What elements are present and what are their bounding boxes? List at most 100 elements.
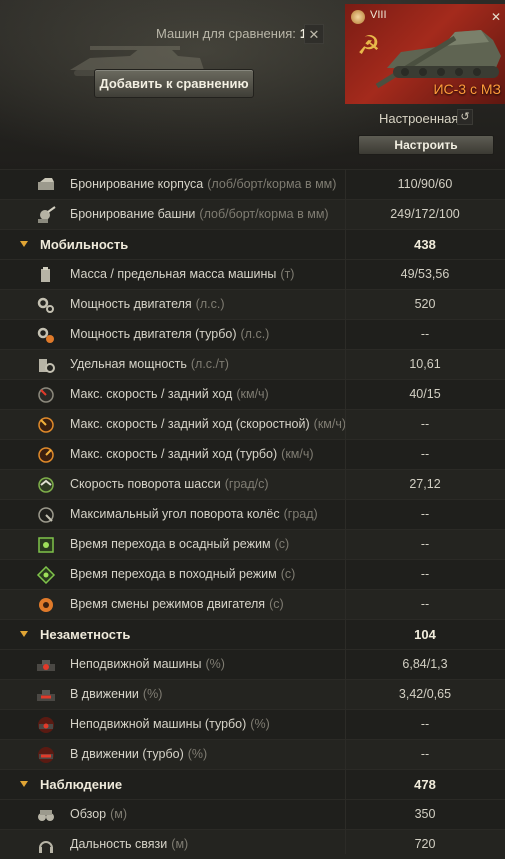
section-header-row[interactable]: Незаметность 104 bbox=[0, 619, 505, 649]
stats-table: Бронирование корпуса (лоб/борт/корма в мм… bbox=[0, 169, 505, 859]
stat-unit: (%) bbox=[142, 687, 163, 701]
stat-unit: (%) bbox=[205, 657, 225, 671]
stat-label-text: Мощность двигателя (турбо) bbox=[70, 327, 237, 341]
expand-arrow-icon[interactable] bbox=[20, 781, 28, 787]
stat-label: Максимальный угол поворота колёс (град) bbox=[70, 507, 318, 521]
remove-tank-icon[interactable]: ✕ bbox=[491, 10, 501, 24]
tank-name: ИС-3 с МЗ bbox=[433, 81, 501, 97]
stat-label: Мощность двигателя (турбо) (л.с.) bbox=[70, 327, 269, 341]
stat-value: 720 bbox=[414, 837, 436, 851]
stat-value: 249/172/100 bbox=[390, 207, 460, 221]
speed-fast-icon bbox=[38, 417, 54, 433]
stat-label-text: Макс. скорость / задний ход (скоростной) bbox=[70, 417, 310, 431]
stat-unit: (км/ч) bbox=[281, 447, 314, 461]
stat-row: Максимальный угол поворота колёс (град) -- bbox=[0, 499, 505, 529]
stat-row: Удельная мощность (л.с./т) 10,61 bbox=[0, 349, 505, 379]
stat-value: -- bbox=[420, 717, 430, 731]
hull-armor-icon bbox=[38, 178, 54, 190]
travel-mode-icon bbox=[36, 566, 56, 584]
stat-label: Макс. скорость / задний ход (скоростной)… bbox=[70, 417, 346, 431]
stat-value: 3,42/0,65 bbox=[398, 687, 452, 701]
weight-icon bbox=[41, 267, 50, 282]
section-label: Незаметность bbox=[40, 627, 131, 642]
stat-unit: (град/с) bbox=[224, 477, 269, 491]
stat-label: Бронирование корпуса (лоб/борт/корма в мм… bbox=[70, 177, 336, 191]
stat-label: Масса / предельная масса машины (т) bbox=[70, 267, 294, 281]
stat-row: Время перехода в осадный режим (с) -- bbox=[0, 529, 505, 559]
expand-arrow-icon[interactable] bbox=[20, 241, 28, 247]
turret-armor-icon bbox=[38, 206, 56, 223]
stat-row: Время перехода в походный режим (с) -- bbox=[0, 559, 505, 589]
stat-label-text: Макс. скорость / задний ход (турбо) bbox=[70, 447, 278, 461]
stat-label-text: Макс. скорость / задний ход bbox=[70, 387, 233, 401]
speed-turbo-icon bbox=[38, 447, 54, 463]
stat-label: Неподвижной машины (%) bbox=[70, 657, 225, 671]
stat-unit: (с) bbox=[269, 597, 284, 611]
traverse-icon bbox=[38, 477, 54, 493]
stat-value: 6,84/1,3 bbox=[402, 657, 448, 671]
stat-unit: (%) bbox=[187, 747, 208, 761]
add-to-compare-button[interactable]: Добавить к сравнению bbox=[94, 69, 254, 98]
stat-row: Время смены режимов двигателя (с) -- bbox=[0, 589, 505, 619]
stat-value: 10,61 bbox=[409, 357, 441, 371]
stat-unit: (км/ч) bbox=[313, 417, 347, 431]
config-status-label: Настроенная bbox=[379, 111, 459, 126]
stat-value: -- bbox=[420, 507, 430, 521]
stat-value: -- bbox=[420, 417, 430, 431]
stat-value: -- bbox=[420, 597, 430, 611]
stat-label: Время перехода в походный режим (с) bbox=[70, 567, 295, 581]
stat-label: Бронирование башни (лоб/борт/корма в мм) bbox=[70, 207, 329, 221]
expand-arrow-icon[interactable] bbox=[20, 631, 28, 637]
compare-label-text: Машин для сравнения: bbox=[156, 26, 296, 41]
stat-label: Скорость поворота шасси (град/с) bbox=[70, 477, 269, 491]
stat-label-text: В движении bbox=[70, 687, 139, 701]
stat-row: Дальность связи (м) 720 bbox=[0, 829, 505, 859]
stat-row: В движении (турбо) (%) -- bbox=[0, 739, 505, 769]
camo-moving-turbo-icon bbox=[38, 747, 54, 763]
radio-range-icon bbox=[39, 841, 53, 853]
stat-row: Макс. скорость / задний ход (скоростной)… bbox=[0, 409, 505, 439]
section-header-row[interactable]: Мобильность 438 bbox=[0, 229, 505, 259]
stat-label-text: Время смены режимов двигателя bbox=[70, 597, 266, 611]
specific-power-icon bbox=[39, 359, 55, 373]
reset-config-icon[interactable]: ↺ bbox=[457, 109, 473, 125]
stat-row: Масса / предельная масса машины (т) 49/53,… bbox=[0, 259, 505, 289]
stat-label-text: Мощность двигателя bbox=[70, 297, 192, 311]
stat-unit: (град) bbox=[283, 507, 318, 521]
stat-label: Макс. скорость / задний ход (турбо) (км/ч… bbox=[70, 447, 314, 461]
section-label: Наблюдение bbox=[40, 777, 123, 792]
stat-label: Макс. скорость / задний ход (км/ч) bbox=[70, 387, 269, 401]
close-compare-button[interactable]: ✕ bbox=[304, 24, 324, 44]
section-value: 438 bbox=[414, 237, 436, 252]
stat-value: 49/53,56 bbox=[400, 267, 450, 281]
tank-card[interactable]: VIII ☭ ✕ ИС-3 с МЗ bbox=[345, 4, 505, 104]
stat-unit: (с) bbox=[280, 567, 296, 581]
stat-label: Удельная мощность (л.с./т) bbox=[70, 357, 229, 371]
stat-value: -- bbox=[420, 327, 430, 341]
stat-row: Неподвижной машины (турбо) (%) -- bbox=[0, 709, 505, 739]
stat-value: -- bbox=[420, 537, 430, 551]
stat-row: Неподвижной машины (%) 6,84/1,3 bbox=[0, 649, 505, 679]
stat-value: 40/15 bbox=[409, 387, 441, 401]
stat-label: Обзор (м) bbox=[70, 807, 127, 821]
stat-label-text: Неподвижной машины (турбо) bbox=[70, 717, 247, 731]
camo-stationary-turbo-icon bbox=[38, 717, 54, 733]
camo-moving-icon bbox=[37, 690, 55, 701]
stat-value: 350 bbox=[414, 807, 436, 821]
configure-button[interactable]: Настроить bbox=[358, 135, 494, 155]
compare-count-label: Машин для сравнения:1 bbox=[156, 26, 307, 41]
stat-value: 27,12 bbox=[409, 477, 441, 491]
section-header-row[interactable]: Наблюдение 478 bbox=[0, 769, 505, 799]
stat-value: -- bbox=[420, 747, 430, 761]
engine-turbo-icon bbox=[37, 327, 54, 343]
stat-label: Неподвижной машины (турбо) (%) bbox=[70, 717, 270, 731]
stat-unit: (л.с.) bbox=[240, 327, 270, 341]
wheel-angle-icon bbox=[38, 507, 54, 523]
stat-row: Макс. скорость / задний ход (турбо) (км/ч… bbox=[0, 439, 505, 469]
stat-label-text: Дальность связи bbox=[70, 837, 168, 851]
stat-label-text: Время перехода в осадный режим bbox=[70, 537, 271, 551]
comparison-header: Машин для сравнения:1 ✕ Добавить к сравн… bbox=[0, 0, 505, 170]
stat-row: Скорость поворота шасси (град/с) 27,12 bbox=[0, 469, 505, 499]
stat-value: -- bbox=[420, 447, 430, 461]
view-range-icon bbox=[38, 810, 54, 821]
